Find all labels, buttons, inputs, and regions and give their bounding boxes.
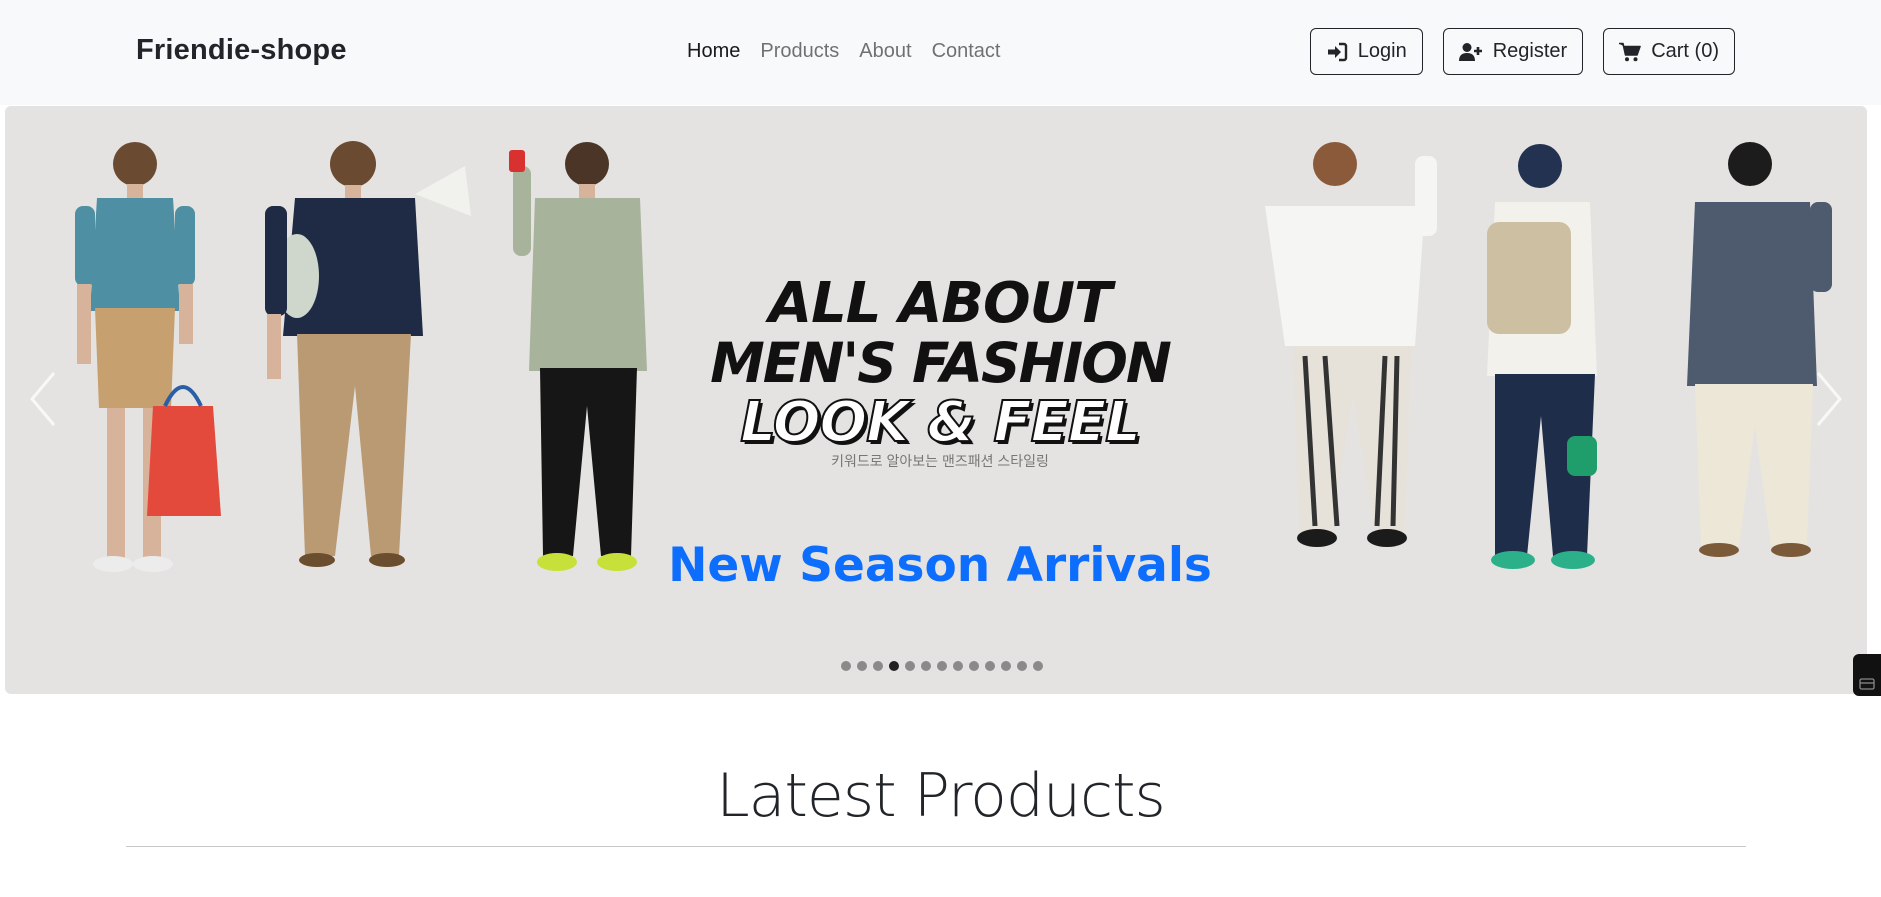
- cart-label: Cart (0): [1651, 40, 1719, 62]
- carousel-indicator-dot[interactable]: [1017, 661, 1027, 671]
- nav-link-home[interactable]: Home: [687, 40, 740, 63]
- register-button[interactable]: Register: [1442, 28, 1584, 75]
- fashion-models-right-image: [1265, 142, 1832, 569]
- carousel-indicator-dot[interactable]: [953, 661, 963, 671]
- hero-headline: ALL ABOUT MEN'S FASHION LOOK & FEEL: [655, 271, 1225, 455]
- carousel-indicator-dot[interactable]: [905, 661, 915, 671]
- nav-links: Home Products About Contact: [687, 40, 1001, 63]
- chevron-left-icon: [28, 371, 58, 432]
- latest-products-heading: Latest Products: [716, 761, 1166, 831]
- carousel-indicators: [841, 661, 1043, 671]
- nav-link-about[interactable]: About: [859, 40, 911, 63]
- hero-carousel: ALL ABOUT MEN'S FASHION LOOK & FEEL 키워드로…: [5, 106, 1867, 694]
- carousel-indicator-dot[interactable]: [889, 661, 899, 671]
- floating-widget-button[interactable]: [1853, 654, 1881, 696]
- carousel-indicator-dot[interactable]: [921, 661, 931, 671]
- sign-in-icon: [1326, 42, 1348, 62]
- hero-headline-line-1: ALL ABOUT: [768, 271, 1113, 336]
- nav-buttons: Login Register Cart (0): [1309, 28, 1735, 75]
- carousel-indicator-dot[interactable]: [857, 661, 867, 671]
- hero-headline-line-2: MEN'S FASHION: [710, 331, 1172, 395]
- carousel-indicator-dot[interactable]: [1001, 661, 1011, 671]
- hero-subtext: 키워드로 알아보는 맨즈패션 스타일링: [831, 453, 1049, 469]
- cart-icon: [1619, 42, 1642, 62]
- user-plus-icon: [1458, 42, 1483, 62]
- register-label: Register: [1492, 40, 1568, 62]
- carousel-indicator-dot[interactable]: [937, 661, 947, 671]
- login-label: Login: [1357, 40, 1407, 62]
- carousel-indicator-dot[interactable]: [985, 661, 995, 671]
- carousel-caption: New Season Arrivals: [668, 538, 1212, 593]
- nav-link-contact[interactable]: Contact: [932, 40, 1001, 63]
- carousel-next-button[interactable]: [1799, 356, 1859, 446]
- hero-headline-line-3: LOOK & FEEL: [739, 390, 1142, 455]
- carousel-prev-button[interactable]: [13, 356, 73, 446]
- carousel-indicator-dot[interactable]: [1033, 661, 1043, 671]
- carousel-indicator-dot[interactable]: [969, 661, 979, 671]
- chevron-right-icon: [1814, 371, 1844, 432]
- carousel-indicator-dot[interactable]: [873, 661, 883, 671]
- login-button[interactable]: Login: [1309, 28, 1423, 75]
- nav-link-products[interactable]: Products: [760, 40, 839, 63]
- carousel-indicator-dot[interactable]: [841, 661, 851, 671]
- cart-button[interactable]: Cart (0): [1603, 28, 1735, 75]
- section-divider: [126, 846, 1746, 847]
- brand-logo[interactable]: Friendie-shope: [136, 34, 347, 67]
- navbar: Friendie-shope Home Products About Conta…: [0, 0, 1881, 105]
